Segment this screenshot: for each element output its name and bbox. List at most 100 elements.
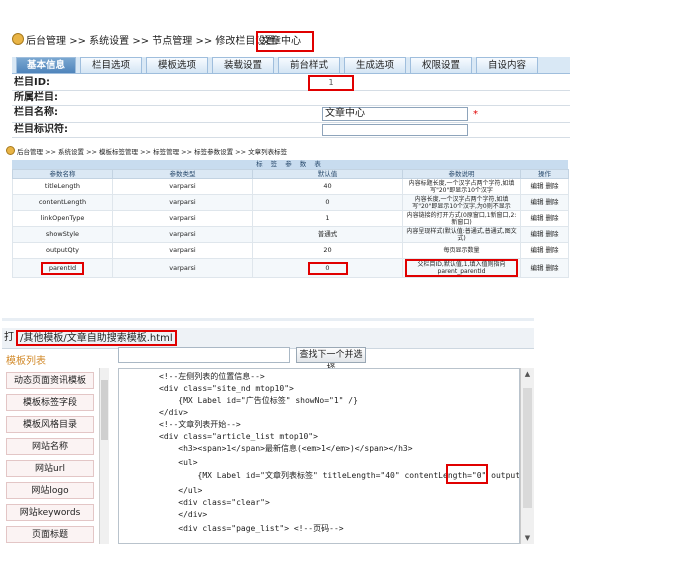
search-input[interactable] — [118, 347, 290, 363]
sidebar-item[interactable]: 网站url — [6, 460, 94, 477]
param-actions[interactable]: 编辑 删除 — [520, 194, 569, 211]
template-path: /其他模板/文章自助搜索模板.html — [16, 330, 177, 346]
current-column-highlight: 文章中心 — [256, 31, 314, 52]
breadcrumb-sep: >> — [195, 36, 213, 47]
editor-scrollbar[interactable]: ▲ ▼ — [520, 368, 534, 544]
form-row-column-id: 栏目ID: — [12, 76, 570, 91]
home-icon — [6, 146, 15, 155]
field-label: 所属栏目: — [14, 92, 58, 103]
param-type: varparsi — [112, 258, 253, 278]
param-desc: 每页显示数量 — [402, 242, 521, 259]
tab-generate-options[interactable]: 生成选项 — [344, 57, 406, 73]
breadcrumb-text[interactable]: 后台管理 >> 系统设置 >> 模板标签管理 >> 标签管理 >> 标签参数设置… — [17, 148, 287, 156]
param-type: varparsi — [112, 242, 253, 259]
param-type: varparsi — [112, 194, 253, 211]
sidebar-item[interactable]: 网站keywords — [6, 504, 94, 521]
breadcrumb-sep: >> — [69, 36, 86, 47]
column-id-value: 1 — [308, 75, 354, 91]
param-type: varparsi — [112, 210, 253, 227]
table-row-parentid: parentId varparsi 0 父栏目ID,默认值,1,填入值则指向pa… — [12, 258, 569, 278]
col-header: 参数类型 — [112, 169, 253, 179]
code-editor[interactable]: <!--左侧列表的位置信息--> <div class="site_nd mto… — [118, 368, 520, 544]
required-marker: * — [473, 109, 478, 120]
form-row-column-identifier: 栏目标识符: — [12, 123, 570, 138]
param-default: 40 — [252, 178, 403, 195]
param-desc-cell: 父栏目ID,默认值,1,填入值则指向parent_parentId — [402, 258, 521, 278]
code-line: </ul> — [159, 486, 203, 495]
breadcrumb-item[interactable]: 系统设置 — [89, 36, 129, 47]
param-desc: 内容链接的打开方式(0原窗口,1新窗口,2:新窗口) — [402, 210, 521, 227]
template-path-row: 打 /其他模板/文章自助搜索模板.html — [2, 328, 534, 349]
sidebar-item[interactable]: 动态页面资讯模板 — [6, 372, 94, 389]
code-line: <div class="clear"> — [159, 498, 270, 507]
table-row: outputQty varparsi 20 每页显示数量 编辑 删除 — [12, 242, 569, 259]
home-icon — [12, 33, 24, 45]
param-desc-highlight: 父栏目ID,默认值,1,填入值则指向parent_parentId — [405, 259, 518, 277]
code-line: <div class="page_list"> <!--页码--> — [159, 524, 344, 533]
sidebar-item[interactable]: 模板风格目录 — [6, 416, 94, 433]
tab-front-style[interactable]: 前台样式 — [278, 57, 340, 73]
param-name: showStyle — [12, 226, 113, 243]
sidebar-item[interactable]: 页面标题 — [6, 526, 94, 543]
param-actions[interactable]: 编辑 删除 — [520, 226, 569, 243]
find-next-button[interactable]: 查找下一个并选择 — [296, 347, 366, 374]
param-default-highlight: 0 — [307, 261, 348, 275]
column-name-input[interactable]: 文章中心 — [322, 107, 468, 121]
scroll-thumb[interactable] — [101, 380, 108, 440]
code-line: <!--文章列表开始--> — [159, 420, 241, 429]
tab-custom-content[interactable]: 自设内容 — [476, 57, 538, 73]
param-desc: 内容标题长度,一个汉字占两个字符,如填写"20"即显示10个汉字 — [402, 178, 521, 195]
tag-params-panel: 后台管理 >> 系统设置 >> 模板标签管理 >> 标签管理 >> 标签参数设置… — [6, 144, 571, 302]
param-name: linkOpenType — [12, 210, 113, 227]
top-divider — [2, 318, 534, 321]
tab-basic-info[interactable]: 基本信息 — [16, 57, 76, 73]
table-row: titleLength varparsi 40 内容标题长度,一个汉字占两个字符… — [12, 178, 569, 195]
table-row: contentLength varparsi 0 内容长度,一个汉字占两个字符,… — [12, 194, 569, 211]
scroll-down-icon[interactable]: ▼ — [521, 532, 534, 544]
col-header: 参数名称 — [12, 169, 113, 179]
code-line: <div class="site_nd mtop10"> — [159, 384, 294, 393]
param-actions[interactable]: 编辑 删除 — [520, 178, 569, 195]
sidebar-item[interactable]: 网站名称 — [6, 438, 94, 455]
column-identifier-input[interactable] — [322, 124, 468, 136]
param-name-highlight: parentId — [40, 261, 85, 275]
col-header: 操作 — [520, 169, 569, 179]
param-default: 0 — [252, 194, 403, 211]
param-actions[interactable]: 编辑 删除 — [520, 242, 569, 259]
sidebar-item[interactable]: 网站logo — [6, 482, 94, 499]
sidebar-item[interactable]: 模板标签字段 — [6, 394, 94, 411]
code-line: {MX Label id="广告位标签" showNo="1" /} — [159, 396, 358, 405]
col-header: 默认值 — [252, 169, 403, 179]
field-label: 栏目ID: — [14, 77, 51, 88]
param-name: titleLength — [12, 178, 113, 195]
code-line: </div> — [159, 408, 188, 417]
tab-template-options[interactable]: 模板选项 — [146, 57, 208, 73]
form-row-parent-column: 所属栏目: — [12, 91, 570, 106]
scroll-thumb[interactable] — [523, 388, 532, 508]
template-list-label: 模板列表 — [6, 356, 46, 367]
param-type: varparsi — [112, 178, 253, 195]
breadcrumb-item[interactable]: 后台管理 — [26, 36, 66, 47]
tab-load-settings[interactable]: 装载设置 — [212, 57, 274, 73]
param-default: 20 — [252, 242, 403, 259]
column-settings-panel: 后台管理 >> 系统设置 >> 节点管理 >> 修改栏目设置: 文章中心 基本信… — [12, 30, 570, 138]
param-name: outputQty — [12, 242, 113, 259]
breadcrumb-sep: >> — [132, 36, 150, 47]
param-desc: 内容呈现样式(默认值:普通式,普通式,图文式) — [402, 226, 521, 243]
param-actions[interactable]: 编辑 删除 — [520, 210, 569, 227]
param-default: 普通式 — [252, 226, 403, 243]
path-label: 打 — [4, 332, 14, 343]
field-label: 栏目名称: — [14, 107, 58, 118]
table-header-row: 参数名称 参数类型 默认值 参数说明 操作 — [12, 169, 569, 179]
tab-column-options[interactable]: 栏目选项 — [80, 57, 142, 73]
code-line: <!--左侧列表的位置信息--> — [159, 372, 265, 381]
tab-permissions[interactable]: 权限设置 — [410, 57, 472, 73]
param-actions[interactable]: 编辑 删除 — [520, 258, 569, 278]
breadcrumb-item[interactable]: 节点管理 — [152, 36, 192, 47]
table-row: linkOpenType varparsi 1 内容链接的打开方式(0原窗口,1… — [12, 210, 569, 227]
sidebar-scrollbar[interactable] — [99, 368, 109, 544]
code-line: </div> — [159, 510, 208, 519]
template-sidebar: 动态页面资讯模板 模板标签字段 模板风格目录 网站名称 网站url 网站logo… — [6, 368, 100, 544]
scroll-up-icon[interactable]: ▲ — [521, 368, 534, 380]
parentid-highlight — [446, 464, 488, 484]
